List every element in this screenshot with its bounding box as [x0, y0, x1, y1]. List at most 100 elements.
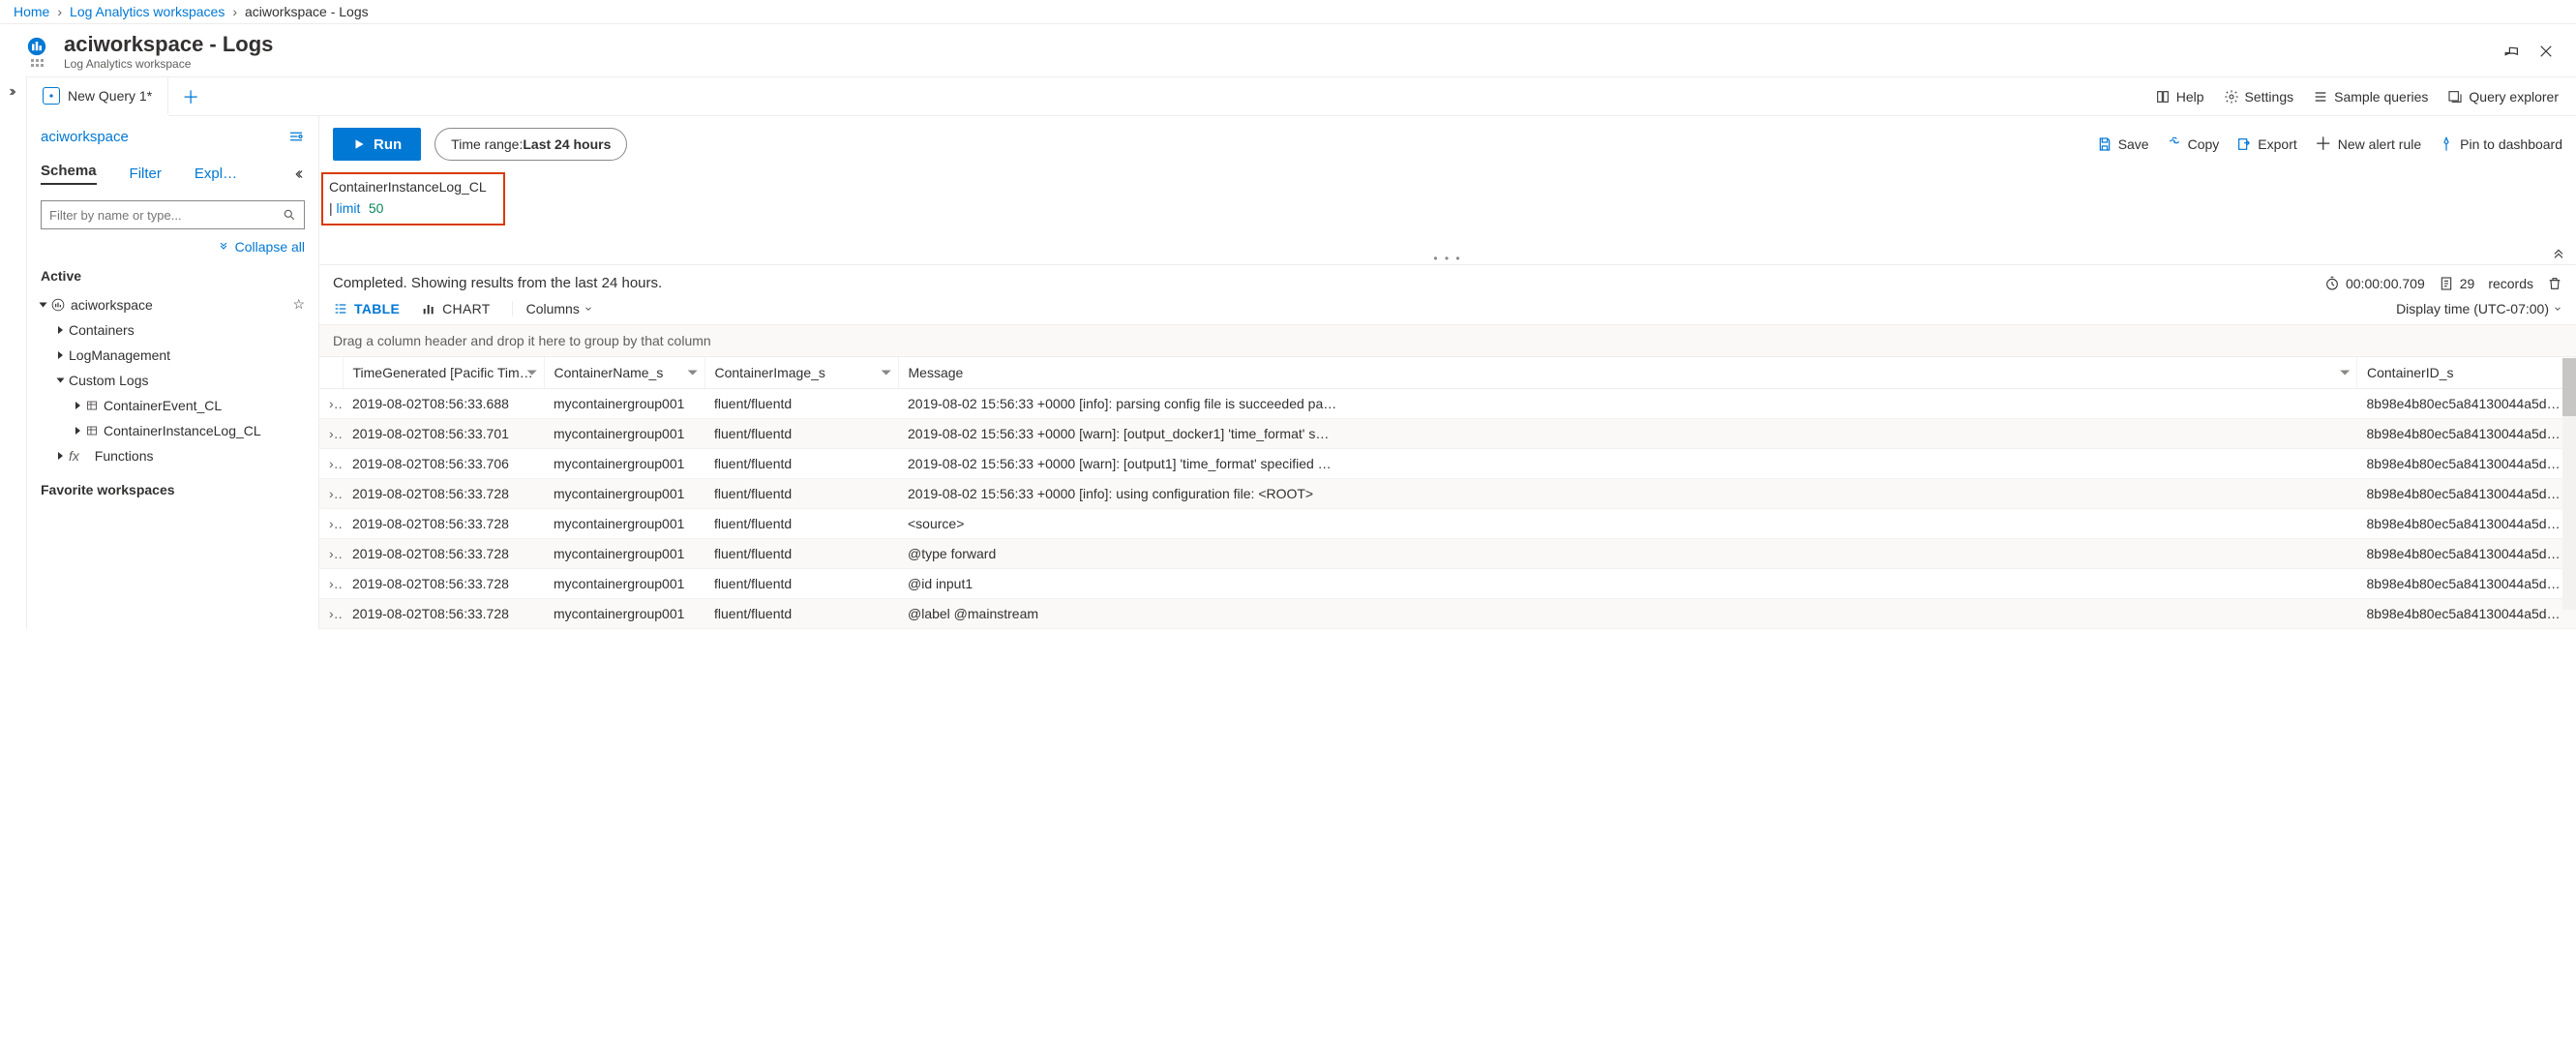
- filter-icon[interactable]: ⏷: [526, 365, 537, 381]
- tree-node-functions[interactable]: fx Functions: [41, 443, 305, 468]
- results-header: Completed. Showing results from the last…: [319, 265, 2576, 297]
- cell-containerid: 8b98e4b80ec5a84130044a5debb5e615: [2357, 539, 2576, 569]
- tree-node-containerinstancelog[interactable]: ContainerInstanceLog_CL: [41, 418, 305, 443]
- collapse-schema-panel-icon[interactable]: [291, 167, 305, 181]
- query-editor[interactable]: ContainerInstanceLog_CL | limit 50: [321, 172, 505, 226]
- delete-results-icon[interactable]: [2547, 276, 2562, 291]
- schema-tab-schema[interactable]: Schema: [41, 163, 97, 185]
- table-row[interactable]: › 2019-08-02T08:56:33.728 mycontainergro…: [319, 539, 2576, 569]
- cell-containerid: 8b98e4b80ec5a84130044a5debb5e615: [2357, 419, 2576, 449]
- vertical-scrollbar[interactable]: [2562, 358, 2576, 610]
- tree-node-customlogs[interactable]: Custom Logs: [41, 368, 305, 393]
- table-row[interactable]: › 2019-08-02T08:56:33.728 mycontainergro…: [319, 599, 2576, 629]
- copy-button[interactable]: Copy: [2167, 136, 2220, 152]
- cell-containername: mycontainergroup001: [544, 599, 704, 629]
- col-containername[interactable]: ContainerName_s⏷: [544, 357, 704, 389]
- pin-icon[interactable]: [2502, 43, 2520, 60]
- table-row[interactable]: › 2019-08-02T08:56:33.728 mycontainergro…: [319, 479, 2576, 509]
- cell-time: 2019-08-02T08:56:33.728: [343, 539, 544, 569]
- caret-icon: [75, 402, 80, 409]
- resize-handle-icon[interactable]: • • •: [1433, 252, 1461, 265]
- expand-row-icon[interactable]: ›: [319, 479, 343, 509]
- cell-containername: mycontainergroup001: [544, 539, 704, 569]
- expand-row-icon[interactable]: ›: [319, 449, 343, 479]
- table-row[interactable]: › 2019-08-02T08:56:33.701 mycontainergro…: [319, 419, 2576, 449]
- group-drop-hint[interactable]: Drag a column header and drop it here to…: [319, 325, 2576, 357]
- breadcrumb-workspaces[interactable]: Log Analytics workspaces: [70, 4, 225, 19]
- expand-row-icon[interactable]: ›: [319, 539, 343, 569]
- cell-time: 2019-08-02T08:56:33.688: [343, 389, 544, 419]
- expand-row-icon[interactable]: ›: [319, 599, 343, 629]
- cell-containername: mycontainergroup001: [544, 569, 704, 599]
- expand-row-icon[interactable]: ›: [319, 509, 343, 539]
- expand-rail-icon[interactable]: [8, 86, 19, 629]
- new-alert-button[interactable]: ＋New alert rule: [2315, 136, 2421, 152]
- col-message[interactable]: Message⏷: [898, 357, 2357, 389]
- query-tab-1[interactable]: New Query 1*: [27, 77, 168, 115]
- scrollbar-thumb[interactable]: [2562, 358, 2576, 416]
- cell-time: 2019-08-02T08:56:33.728: [343, 509, 544, 539]
- cell-containerid: 8b98e4b80ec5a84130044a5debb5e615: [2357, 479, 2576, 509]
- records-label: records: [2488, 276, 2533, 291]
- schema-panel: aciworkspace Schema Filter Expl…: [27, 116, 319, 629]
- cell-time: 2019-08-02T08:56:33.728: [343, 599, 544, 629]
- cell-time: 2019-08-02T08:56:33.728: [343, 479, 544, 509]
- settings-link[interactable]: Settings: [2224, 89, 2294, 105]
- columns-selector[interactable]: Columns: [512, 301, 593, 316]
- table-view-tab[interactable]: TABLE: [333, 301, 400, 316]
- sample-queries-link[interactable]: Sample queries: [2313, 89, 2428, 105]
- scroll-to-top-icon[interactable]: [2551, 245, 2566, 260]
- cell-containerimage: fluent/fluentd: [704, 479, 898, 509]
- cell-containername: mycontainergroup001: [544, 419, 704, 449]
- add-query-tab[interactable]: ＋: [168, 84, 213, 109]
- cell-containerimage: fluent/fluentd: [704, 449, 898, 479]
- favorite-star-icon[interactable]: ☆: [292, 296, 305, 313]
- expand-row-icon[interactable]: ›: [319, 389, 343, 419]
- cell-containerid: 8b98e4b80ec5a84130044a5debb5e615: [2357, 389, 2576, 419]
- cell-message: @id input1: [898, 569, 2357, 599]
- cell-containername: mycontainergroup001: [544, 449, 704, 479]
- schema-filter-input[interactable]: [49, 208, 283, 223]
- filter-icon[interactable]: ⏷: [2340, 365, 2351, 381]
- col-containerimage[interactable]: ContainerImage_s⏷: [704, 357, 898, 389]
- table-row[interactable]: › 2019-08-02T08:56:33.728 mycontainergro…: [319, 569, 2576, 599]
- cell-containerid: 8b98e4b80ec5a84130044a5debb5e615: [2357, 449, 2576, 479]
- tree-root-workspace[interactable]: aciworkspace ☆: [41, 291, 305, 317]
- table-row[interactable]: › 2019-08-02T08:56:33.728 mycontainergro…: [319, 509, 2576, 539]
- expand-row-icon[interactable]: ›: [319, 419, 343, 449]
- schema-filter-box[interactable]: [41, 200, 305, 229]
- caret-icon: [57, 378, 65, 383]
- chart-view-tab[interactable]: CHART: [421, 301, 490, 316]
- col-containerid[interactable]: ContainerID_s: [2357, 357, 2576, 389]
- scope-selector[interactable]: aciworkspace: [41, 129, 129, 145]
- filter-icon[interactable]: ⏷: [687, 365, 698, 381]
- cell-containerimage: fluent/fluentd: [704, 569, 898, 599]
- expand-row-icon[interactable]: ›: [319, 569, 343, 599]
- tree-node-logmanagement[interactable]: LogManagement: [41, 343, 305, 368]
- run-button[interactable]: Run: [333, 128, 421, 161]
- filter-icon[interactable]: ⏷: [881, 365, 891, 381]
- time-range-selector[interactable]: Time range: Last 24 hours: [434, 128, 627, 161]
- scope-settings-icon[interactable]: [287, 128, 305, 145]
- query-explorer-link[interactable]: Query explorer: [2447, 89, 2559, 105]
- pin-dashboard-button[interactable]: Pin to dashboard: [2439, 136, 2562, 152]
- close-icon[interactable]: [2537, 43, 2555, 60]
- tree-node-containerevent[interactable]: ContainerEvent_CL: [41, 393, 305, 418]
- schema-tab-filter[interactable]: Filter: [130, 165, 162, 182]
- table-row[interactable]: › 2019-08-02T08:56:33.706 mycontainergro…: [319, 449, 2576, 479]
- help-link[interactable]: Help: [2155, 89, 2204, 105]
- save-button[interactable]: Save: [2097, 136, 2149, 152]
- col-timegenerated[interactable]: TimeGenerated [Pacific Time …⏷: [343, 357, 544, 389]
- expand-col-header: [319, 357, 343, 389]
- record-count: 29: [2439, 276, 2475, 291]
- elapsed-time: 00:00:00.709: [2324, 276, 2425, 291]
- breadcrumb-home[interactable]: Home: [14, 4, 49, 19]
- display-time-selector[interactable]: Display time (UTC-07:00): [2396, 301, 2562, 316]
- collapse-all-link[interactable]: Collapse all: [218, 239, 305, 255]
- table-icon: [86, 425, 98, 436]
- page-subtitle: Log Analytics workspace: [64, 57, 273, 71]
- schema-tab-explorer[interactable]: Expl…: [195, 165, 237, 182]
- tree-node-containers[interactable]: Containers: [41, 317, 305, 343]
- table-row[interactable]: › 2019-08-02T08:56:33.688 mycontainergro…: [319, 389, 2576, 419]
- export-button[interactable]: Export: [2236, 136, 2296, 152]
